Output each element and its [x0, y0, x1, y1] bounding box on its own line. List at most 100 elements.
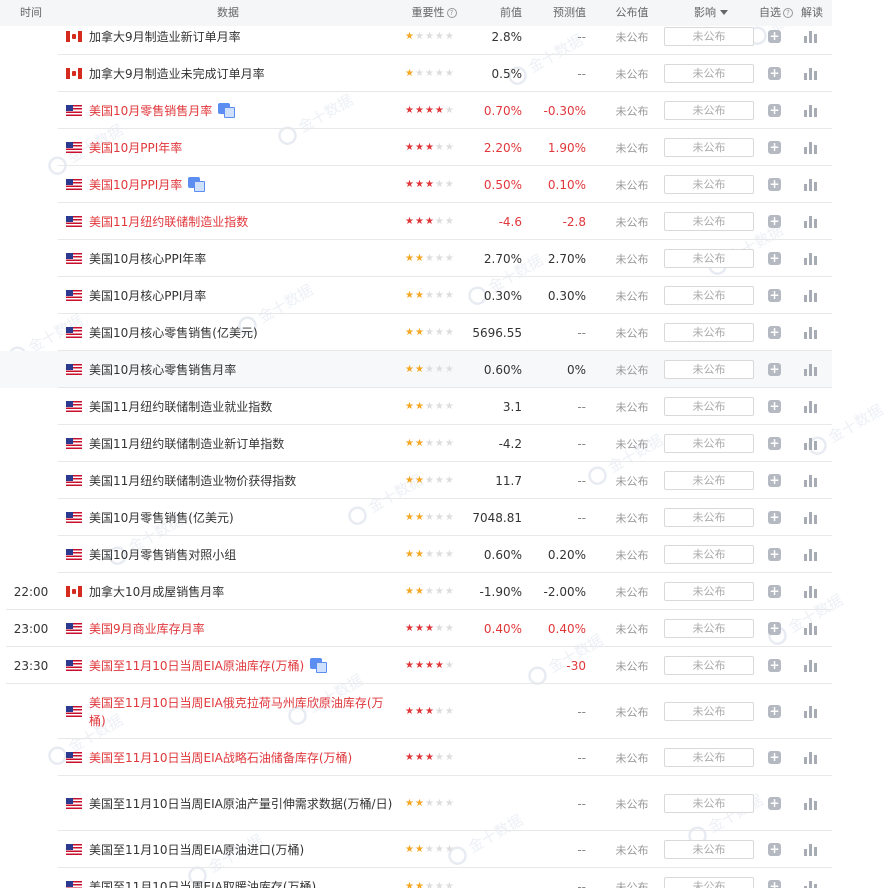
table-row[interactable]: 美国至11月10日当周EIA战略石油储备库存(万桶) ★ ★ ★ ★ ★ -- 未公布 …	[0, 739, 832, 776]
table-row[interactable]: 美国10月核心零售销售(亿美元) ★ ★ ★ ★ ★ 5696.55 -- 未公布 未公…	[0, 314, 832, 351]
event-name[interactable]: 美国至11月10日当周EIA战略石油储备库存(万桶)	[89, 739, 394, 776]
add-watchlist-icon[interactable]: +	[768, 30, 781, 43]
event-name[interactable]: 加拿大9月制造业未完成订单月率	[89, 55, 394, 92]
bar-chart-icon[interactable]	[804, 474, 817, 487]
table-row[interactable]: 美国10月核心PPI月率 ★ ★ ★ ★ ★ 0.30% 0.30% 未公布 未公布 +	[0, 277, 832, 314]
event-name[interactable]: 美国10月核心PPI月率	[89, 277, 394, 314]
event-name[interactable]: 美国11月纽约联储制造业就业指数	[89, 388, 394, 425]
event-name-text[interactable]: 美国至11月10日当周EIA原油进口(万桶)	[89, 843, 304, 857]
event-name-text[interactable]: 美国至11月10日当周EIA取暖油库存(万桶)	[89, 880, 316, 888]
chart-link-icon[interactable]	[218, 102, 236, 118]
event-name[interactable]: 加拿大10月成屋销售月率	[89, 573, 394, 610]
add-watchlist-icon[interactable]: +	[768, 880, 781, 888]
add-watchlist-icon[interactable]: +	[768, 659, 781, 672]
event-name-text[interactable]: 美国至11月10日当周EIA俄克拉荷马州库欣原油库存(万桶)	[89, 696, 384, 728]
table-row[interactable]: 美国10月PPI月率 ★ ★ ★ ★ ★ 0.50% 0.10% 未公布 未公布 +	[0, 166, 832, 203]
event-name[interactable]: 美国11月纽约联储制造业新订单指数	[89, 425, 394, 462]
bar-chart-icon[interactable]	[804, 30, 817, 43]
add-watchlist-icon[interactable]: +	[768, 797, 781, 810]
table-row[interactable]: 美国至11月10日当周EIA俄克拉荷马州库欣原油库存(万桶) ★ ★ ★ ★ ★ -- …	[0, 684, 832, 739]
table-row[interactable]: 美国10月零售销售对照小组 ★ ★ ★ ★ ★ 0.60% 0.20% 未公布 未公布 …	[0, 536, 832, 573]
bar-chart-icon[interactable]	[804, 400, 817, 413]
bar-chart-icon[interactable]	[804, 511, 817, 524]
caret-down-icon[interactable]	[720, 10, 728, 15]
table-row[interactable]: 美国10月零售销售月率 ★ ★ ★ ★ ★ 0.70% -0.30% 未公布 未公布 +	[0, 92, 832, 129]
bar-chart-icon[interactable]	[804, 659, 817, 672]
bar-chart-icon[interactable]	[804, 104, 817, 117]
add-watchlist-icon[interactable]: +	[768, 400, 781, 413]
add-watchlist-icon[interactable]: +	[768, 141, 781, 154]
event-name[interactable]: 美国至11月10日当周EIA原油产量引伸需求数据(万桶/日)	[89, 776, 394, 831]
event-name[interactable]: 美国11月纽约联储制造业指数	[89, 203, 394, 240]
event-name[interactable]: 美国10月核心PPI年率	[89, 240, 394, 277]
event-name-text[interactable]: 美国11月纽约联储制造业物价获得指数	[89, 474, 296, 488]
bar-chart-icon[interactable]	[804, 178, 817, 191]
chart-link-icon[interactable]	[188, 176, 206, 192]
table-row[interactable]: 美国10月核心PPI年率 ★ ★ ★ ★ ★ 2.70% 2.70% 未公布 未公布 +	[0, 240, 832, 277]
add-watchlist-icon[interactable]: +	[768, 474, 781, 487]
add-watchlist-icon[interactable]: +	[768, 326, 781, 339]
add-watchlist-icon[interactable]: +	[768, 585, 781, 598]
event-name-text[interactable]: 美国至11月10日当周EIA战略石油储备库存(万桶)	[89, 751, 352, 765]
event-name-text[interactable]: 美国11月纽约联储制造业新订单指数	[89, 437, 284, 451]
bar-chart-icon[interactable]	[804, 67, 817, 80]
bar-chart-icon[interactable]	[804, 797, 817, 810]
table-row[interactable]: 22:00 加拿大10月成屋销售月率 ★ ★ ★ ★ ★ -1.90% -2.00% 未…	[0, 573, 832, 610]
table-row[interactable]: 美国至11月10日当周EIA原油产量引伸需求数据(万桶/日) ★ ★ ★ ★ ★ -- …	[0, 776, 832, 831]
table-row[interactable]: 美国10月PPI年率 ★ ★ ★ ★ ★ 2.20% 1.90% 未公布 未公布 +	[0, 129, 832, 166]
add-watchlist-icon[interactable]: +	[768, 215, 781, 228]
event-name-text[interactable]: 美国10月PPI年率	[89, 141, 182, 155]
bar-chart-icon[interactable]	[804, 437, 817, 450]
event-name[interactable]: 美国至11月10日当周EIA原油库存(万桶)	[89, 647, 394, 684]
event-name[interactable]: 美国10月零售销售月率	[89, 92, 394, 129]
bar-chart-icon[interactable]	[804, 843, 817, 856]
event-name-text[interactable]: 美国至11月10日当周EIA原油产量引伸需求数据(万桶/日)	[89, 797, 392, 811]
bar-chart-icon[interactable]	[804, 363, 817, 376]
event-name[interactable]: 美国10月PPI年率	[89, 129, 394, 166]
table-row[interactable]: 美国11月纽约联储制造业指数 ★ ★ ★ ★ ★ -4.6 -2.8 未公布 未公布 +	[0, 203, 832, 240]
table-row[interactable]: 23:00 美国9月商业库存月率 ★ ★ ★ ★ ★ 0.40% 0.40% 未公布 未…	[0, 610, 832, 647]
event-name-text[interactable]: 美国10月核心PPI月率	[89, 289, 206, 303]
event-name-text[interactable]: 美国至11月10日当周EIA原油库存(万桶)	[89, 659, 304, 673]
event-name-text[interactable]: 加拿大10月成屋销售月率	[89, 585, 224, 599]
add-watchlist-icon[interactable]: +	[768, 252, 781, 265]
event-name-text[interactable]: 加拿大9月制造业新订单月率	[89, 30, 241, 44]
bar-chart-icon[interactable]	[804, 880, 817, 888]
table-row[interactable]: 加拿大9月制造业新订单月率 ★ ★ ★ ★ ★ 2.8% -- 未公布 未公布 +	[0, 18, 832, 55]
table-row[interactable]: 美国11月纽约联储制造业新订单指数 ★ ★ ★ ★ ★ -4.2 -- 未公布 未公布 …	[0, 425, 832, 462]
chart-link-icon[interactable]	[310, 657, 328, 673]
event-name-text[interactable]: 加拿大9月制造业未完成订单月率	[89, 67, 265, 81]
add-watchlist-icon[interactable]: +	[768, 437, 781, 450]
table-row[interactable]: 美国10月零售销售(亿美元) ★ ★ ★ ★ ★ 7048.81 -- 未公布 未公布 …	[0, 499, 832, 536]
event-name-text[interactable]: 美国11月纽约联储制造业就业指数	[89, 400, 272, 414]
event-name-text[interactable]: 美国10月核心PPI年率	[89, 252, 206, 266]
add-watchlist-icon[interactable]: +	[768, 511, 781, 524]
table-row[interactable]: 美国11月纽约联储制造业物价获得指数 ★ ★ ★ ★ ★ 11.7 -- 未公布 未公布…	[0, 462, 832, 499]
event-name-text[interactable]: 美国10月零售销售(亿美元)	[89, 511, 234, 525]
add-watchlist-icon[interactable]: +	[768, 548, 781, 561]
add-watchlist-icon[interactable]: +	[768, 178, 781, 191]
bar-chart-icon[interactable]	[804, 141, 817, 154]
event-name-text[interactable]: 美国9月商业库存月率	[89, 622, 205, 636]
event-name-text[interactable]: 美国10月核心零售销售(亿美元)	[89, 326, 258, 340]
event-name-text[interactable]: 美国10月核心零售销售月率	[89, 363, 236, 377]
add-watchlist-icon[interactable]: +	[768, 104, 781, 117]
help-icon[interactable]: ?	[446, 8, 457, 18]
event-name[interactable]: 美国至11月10日当周EIA俄克拉荷马州库欣原油库存(万桶)	[89, 684, 394, 739]
event-name[interactable]: 美国9月商业库存月率	[89, 610, 394, 647]
table-row[interactable]: 23:30 美国至11月10日当周EIA原油库存(万桶) ★ ★ ★ ★ ★ -30 未…	[0, 647, 832, 684]
add-watchlist-icon[interactable]: +	[768, 705, 781, 718]
bar-chart-icon[interactable]	[804, 252, 817, 265]
bar-chart-icon[interactable]	[804, 751, 817, 764]
table-row[interactable]: 美国至11月10日当周EIA取暖油库存(万桶) ★ ★ ★ ★ ★ -- 未公布 未公布…	[0, 868, 832, 888]
event-name-text[interactable]: 美国10月零售销售月率	[89, 104, 212, 118]
bar-chart-icon[interactable]	[804, 585, 817, 598]
add-watchlist-icon[interactable]: +	[768, 622, 781, 635]
add-watchlist-icon[interactable]: +	[768, 67, 781, 80]
event-name[interactable]: 美国至11月10日当周EIA取暖油库存(万桶)	[89, 868, 394, 888]
event-name[interactable]: 美国10月核心零售销售月率	[89, 351, 394, 388]
add-watchlist-icon[interactable]: +	[768, 289, 781, 302]
event-name-text[interactable]: 美国10月零售销售对照小组	[89, 548, 236, 562]
table-row[interactable]: 加拿大9月制造业未完成订单月率 ★ ★ ★ ★ ★ 0.5% -- 未公布 未公布 +	[0, 55, 832, 92]
bar-chart-icon[interactable]	[804, 548, 817, 561]
